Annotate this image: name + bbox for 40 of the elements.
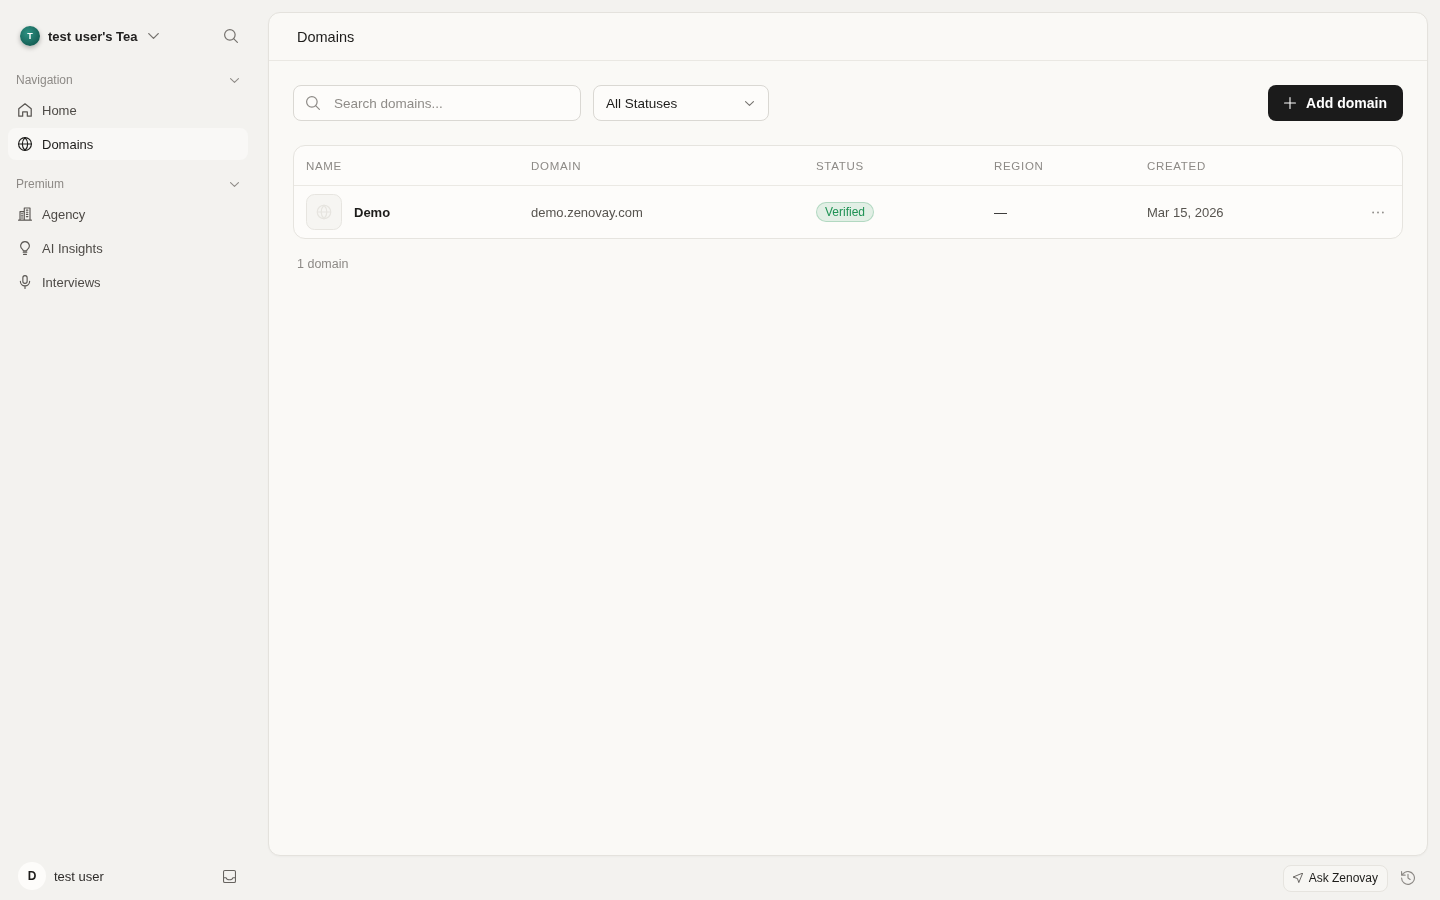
home-icon	[18, 103, 32, 117]
domain-url: demo.zenovay.com	[531, 204, 643, 220]
globe-icon	[306, 194, 342, 230]
column-header[interactable]: STATUS	[816, 159, 864, 172]
status-badge: Verified	[816, 202, 875, 222]
tray-icon[interactable]	[223, 869, 236, 883]
user-avatar[interactable]: D	[18, 862, 46, 890]
created-date: Mar 15, 2026	[1147, 204, 1224, 220]
chevron-icon[interactable]	[147, 33, 159, 39]
plus-icon	[1284, 97, 1297, 109]
nav-item[interactable]: AI Insights	[8, 232, 248, 264]
chevron-icon	[745, 100, 754, 106]
column-header[interactable]: REGION	[994, 159, 1044, 172]
chevron-icon[interactable]	[230, 77, 239, 83]
building-icon	[18, 207, 32, 221]
user-name[interactable]: test user	[54, 868, 104, 884]
search-field[interactable]: Search domains...	[293, 85, 581, 121]
chevron-icon[interactable]	[230, 181, 239, 187]
team-avatar[interactable]: T	[20, 26, 40, 46]
lightbulb-icon	[18, 241, 32, 255]
team-name[interactable]: test user's Tea	[48, 28, 138, 44]
nav-item[interactable]: Domains	[8, 128, 248, 160]
more-icon[interactable]	[1372, 210, 1384, 214]
domain-count: 1 domain	[296, 257, 350, 271]
microphone-icon	[18, 275, 32, 289]
search-icon[interactable]	[224, 29, 238, 43]
history-icon[interactable]	[1401, 871, 1415, 885]
domain-name[interactable]: Demo	[354, 204, 391, 220]
add-domain-button[interactable]: Add domain	[1268, 85, 1403, 121]
column-header[interactable]: NAME	[306, 159, 342, 172]
ask-button[interactable]: Ask Zenovay	[1282, 864, 1388, 892]
globe-icon	[18, 137, 32, 151]
status-select[interactable]: All Statuses	[593, 85, 769, 121]
nav-item[interactable]: Interviews	[8, 266, 248, 298]
page-title: Domains	[297, 28, 355, 45]
region-value: —	[994, 204, 1007, 220]
nav-item[interactable]: Home	[8, 94, 248, 126]
pointer-icon	[1292, 873, 1303, 883]
search-icon	[306, 96, 320, 110]
nav-item[interactable]: Agency	[8, 198, 248, 230]
